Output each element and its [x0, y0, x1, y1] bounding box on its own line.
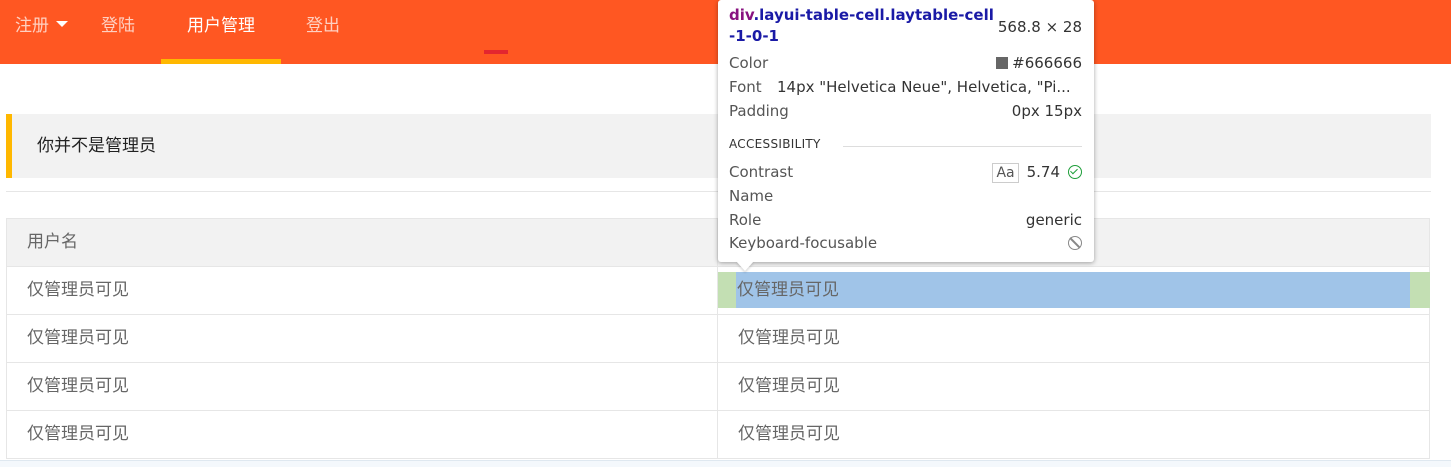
tooltip-arrow [736, 261, 754, 271]
nav-active-indicator [161, 59, 281, 64]
nav-register-label: 注册 [15, 16, 49, 36]
tooltip-classes: .layui-table-cell.laytable-cell-1-0-1 [729, 6, 994, 45]
contrast-ratio: 5.74 [1026, 163, 1060, 181]
table-cell: 仅管理员可见 [738, 376, 840, 396]
tooltip-font-label: Font [729, 78, 762, 96]
table-row: 仅管理员可见 仅管理员可见 [7, 363, 1429, 411]
nav-register-dropdown[interactable]: 注册 [15, 0, 68, 64]
nav-logout[interactable]: 登出 [306, 0, 340, 64]
tooltip-font-value: 14px "Helvetica Neue", Helvetica, "Pi... [777, 78, 1071, 96]
table-cell: 仅管理员可见 [738, 424, 840, 444]
contrast-aa-badge: Aa [992, 163, 1019, 183]
highlighted-cell-text: 仅管理员可见 [737, 280, 839, 300]
table-cell: 仅管理员可见 [7, 315, 718, 362]
tooltip-padding-row: Padding 0px 15px [729, 100, 1082, 122]
color-swatch-icon [996, 56, 1009, 69]
not-allowed-icon [1068, 235, 1082, 250]
tooltip-role-value: generic [1025, 211, 1082, 229]
nav-user-management[interactable]: 用户管理 [161, 0, 281, 64]
bottom-edge-strip [0, 460, 1451, 467]
devtools-inspect-tooltip: div.layui-table-cell.laytable-cell-1-0-1… [718, 0, 1094, 262]
tooltip-name-label: Name [729, 187, 774, 205]
tooltip-padding-label: Padding [729, 102, 789, 120]
nav-red-marker [484, 50, 508, 54]
tooltip-contrast-row: Contrast Aa 5.74 [729, 161, 1082, 183]
table-cell: 仅管理员可见 [738, 328, 840, 348]
nav-logout-label: 登出 [306, 16, 340, 36]
tooltip-font-row: Font 14px "Helvetica Neue", Helvetica, "… [729, 76, 1082, 98]
table-cell: 仅管理员可见 [7, 411, 718, 458]
tooltip-contrast-value: Aa 5.74 [992, 161, 1082, 183]
tooltip-accessibility-section: ACCESSIBILITY [729, 137, 1082, 155]
tooltip-keyboard-label: Keyboard-focusable [729, 234, 878, 252]
table-cell: 仅管理员可见 [7, 363, 718, 410]
tooltip-keyboard-value [1068, 232, 1082, 254]
tooltip-role-label: Role [729, 211, 762, 229]
tooltip-keyboard-row: Keyboard-focusable [729, 232, 1082, 254]
tooltip-contrast-label: Contrast [729, 163, 794, 181]
tooltip-role-row: Role generic [729, 209, 1082, 231]
nav-user-management-label: 用户管理 [187, 16, 255, 36]
chevron-down-icon [56, 21, 68, 27]
tooltip-section-title: ACCESSIBILITY [729, 137, 821, 151]
tooltip-color-value: #666666 [996, 52, 1082, 74]
tooltip-tag: div [729, 6, 754, 24]
notice-text: 你并不是管理员 [37, 136, 156, 156]
tooltip-section-divider [843, 146, 1082, 147]
tooltip-name-row: Name [729, 185, 1082, 207]
tooltip-color-row: Color #666666 [729, 52, 1082, 74]
nav-login-label: 登陆 [101, 16, 135, 36]
table-row: 仅管理员可见 仅管理员可见 [7, 315, 1429, 363]
tooltip-size: 568.8 × 28 [997, 18, 1082, 36]
tooltip-padding-value: 0px 15px [1011, 102, 1082, 120]
nav-login[interactable]: 登陆 [101, 0, 135, 64]
table-row: 仅管理员可见 仅管理员可见 [7, 411, 1429, 459]
table-header-username[interactable]: 用户名 [7, 219, 718, 266]
tooltip-color-label: Color [729, 54, 769, 72]
tooltip-selector: div.layui-table-cell.laytable-cell-1-0-1 [729, 5, 999, 47]
check-circle-icon [1068, 164, 1082, 179]
table-cell: 仅管理员可见 [7, 267, 718, 314]
tooltip-color-hex: #666666 [1012, 54, 1082, 72]
